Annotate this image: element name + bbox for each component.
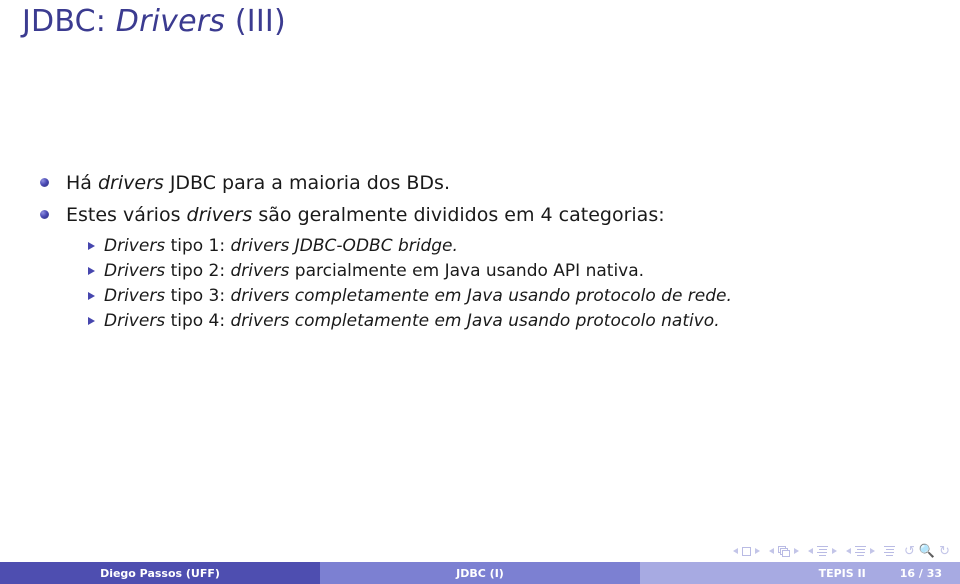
next-section-arrow-icon[interactable] [870, 548, 875, 554]
prev-section-arrow-icon[interactable] [846, 548, 851, 554]
section-navigation-group[interactable] [846, 545, 875, 557]
sub-bullet-text: Drivers tipo 1: drivers JDBC-ODBC bridge… [104, 236, 458, 256]
slide-navigation-group[interactable] [733, 546, 760, 556]
prev-slide-arrow-icon[interactable] [733, 548, 738, 554]
back-arrow-icon[interactable]: ↺ [904, 545, 915, 558]
slide-square-icon[interactable] [742, 546, 751, 556]
section-lines-icon[interactable] [855, 545, 866, 557]
triangle-bullet-icon [88, 267, 95, 275]
list-item: Estes vários drivers são geralmente divi… [0, 200, 960, 334]
next-slide-arrow-icon[interactable] [755, 548, 760, 554]
history-navigation-group[interactable]: ↺ 🔍 ↻ [904, 545, 950, 558]
subsection-navigation-group[interactable] [808, 545, 837, 557]
triangle-bullet-icon [88, 292, 95, 300]
footer-subject: JDBC (I) [320, 562, 640, 584]
next-subsection-arrow-icon[interactable] [832, 548, 837, 554]
subsection-lines-icon[interactable] [817, 545, 828, 557]
triangle-bullet-icon [88, 317, 95, 325]
footer-bar: Diego Passos (UFF) JDBC (I) TEPIS II 16 … [0, 562, 960, 584]
prev-subsection-arrow-icon[interactable] [808, 548, 813, 554]
sub-bullet-text: Drivers tipo 2: drivers parcialmente em … [104, 261, 645, 281]
search-icon[interactable]: 🔍 [919, 545, 935, 558]
bullet-text: Estes vários drivers são geralmente divi… [66, 204, 665, 226]
frame-navigation-group[interactable] [769, 545, 799, 557]
slide-canvas: JDBC: Drivers (III) Há drivers JDBC para… [0, 0, 960, 584]
presentation-navigation-group[interactable] [884, 545, 895, 557]
sub-bullet-text: Drivers tipo 4: drivers completamente em… [104, 311, 720, 331]
next-frame-arrow-icon[interactable] [794, 548, 799, 554]
footer-right: TEPIS II 16 / 33 [640, 562, 960, 584]
bullet-ball-icon [40, 210, 49, 219]
footer-course: TEPIS II [818, 566, 866, 580]
prev-frame-arrow-icon[interactable] [769, 548, 774, 554]
bullet-list-level1: Há drivers JDBC para a maioria dos BDs. … [0, 168, 960, 334]
forward-arrow-icon[interactable]: ↻ [939, 545, 950, 558]
footer-page-number: 16 / 33 [899, 566, 942, 580]
list-item: Drivers tipo 2: drivers parcialmente em … [66, 259, 960, 284]
slide-body: Há drivers JDBC para a maioria dos BDs. … [0, 168, 960, 336]
list-item: Há drivers JDBC para a maioria dos BDs. [0, 168, 960, 198]
list-item: Drivers tipo 3: drivers completamente em… [66, 284, 960, 309]
bullet-list-level2: Drivers tipo 1: drivers JDBC-ODBC bridge… [66, 234, 960, 334]
title-prefix: JDBC: [22, 4, 116, 39]
navigation-symbols[interactable]: ↺ 🔍 ↻ [733, 541, 954, 561]
list-item: Drivers tipo 4: drivers completamente em… [66, 309, 960, 334]
sub-bullet-text: Drivers tipo 3: drivers completamente em… [104, 286, 732, 306]
frames-stack-icon[interactable] [778, 545, 790, 557]
list-item: Drivers tipo 1: drivers JDBC-ODBC bridge… [66, 234, 960, 259]
footer-author: Diego Passos (UFF) [0, 562, 320, 584]
triangle-bullet-icon [88, 242, 95, 250]
bullet-text: Há drivers JDBC para a maioria dos BDs. [66, 172, 450, 194]
title-emphasis: Drivers [115, 4, 226, 39]
title-suffix: (III) [225, 4, 286, 39]
presentation-lines-icon[interactable] [884, 545, 895, 557]
page-title: JDBC: Drivers (III) [22, 2, 286, 42]
bullet-ball-icon [40, 178, 49, 187]
